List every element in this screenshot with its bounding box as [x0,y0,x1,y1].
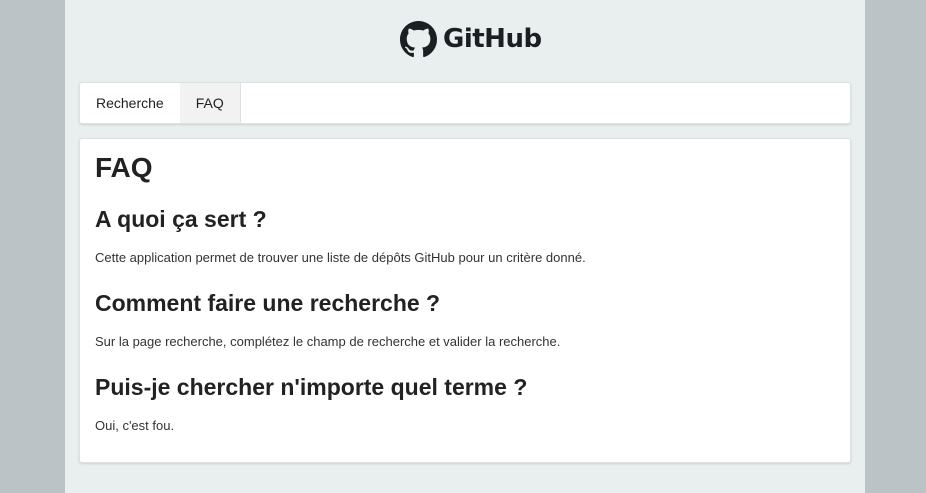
faq-question: A quoi ça sert ? [95,206,267,232]
tab-recherche[interactable]: Recherche [80,83,180,123]
faq-answer: Oui, c'est fou. [95,418,175,433]
faq-answer: Cette application permet de trouver une … [95,250,586,265]
tab-faq[interactable]: FAQ [179,83,241,123]
page-title: FAQ [95,152,153,183]
github-logo: GitHub [400,20,542,58]
github-octocat-icon [400,20,437,57]
faq-answer: Sur la page recherche, complétez le cham… [95,334,561,349]
faq-card: FAQ A quoi ça sert ? Cette application p… [79,138,851,463]
faq-question: Puis-je chercher n'importe quel terme ? [95,374,528,400]
nav-tabs: Recherche FAQ [79,82,851,124]
page-container: GitHub Recherche FAQ FAQ A quoi ça sert … [65,0,865,493]
logo-text: GitHub [443,24,542,54]
faq-question: Comment faire une recherche ? [95,290,441,316]
